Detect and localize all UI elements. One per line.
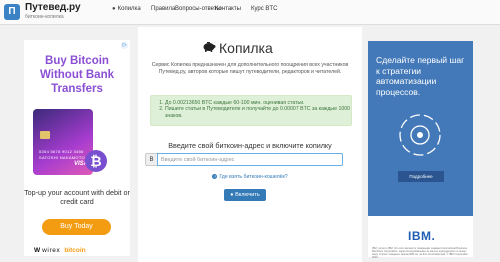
ad-right-legal: IBM, логотип IBM, ibm.com являются товар…	[372, 247, 468, 259]
piggy-bank-icon	[202, 41, 216, 55]
intro-text: Сервис Копилка предназначен для дополнит…	[151, 62, 349, 75]
piggy-bank-icon: ●	[112, 6, 116, 12]
user-icon: ●	[230, 192, 234, 198]
card-number: 5354 5678 9012 3456	[39, 149, 84, 154]
wallet-help-link[interactable]: ? Где взять биткоин-кошелёк?	[138, 174, 362, 180]
wirex-name: wirex	[42, 247, 61, 254]
piggybank-panel: Копилка Сервис Копилка предназначен для …	[138, 27, 362, 262]
nav-item-faq[interactable]: Вопросы-ответы	[175, 6, 221, 12]
page-title-text: Копилка	[219, 39, 273, 56]
ad-left-banner[interactable]: ▷ Buy Bitcoin Without Bank Transfers 535…	[24, 40, 130, 256]
ad-left-headline: Buy Bitcoin Without Bank Transfers	[40, 55, 114, 95]
address-input-group: B	[145, 153, 343, 166]
card-chip-icon	[40, 131, 50, 139]
ad-left-footer: Wwirex bitcoin	[34, 247, 124, 257]
rule-item: Пишите статьи в Путеводителе и получайте…	[165, 106, 351, 119]
ad-right-hero: Сделайте первый шаг к стратегии автомати…	[368, 41, 473, 216]
nav-item-contacts[interactable]: Контакты	[215, 6, 241, 12]
ad-right-banner[interactable]: Сделайте первый шаг к стратегии автомати…	[368, 41, 473, 259]
address-section-heading: Введите свой биткоин-адрес и включите ко…	[168, 141, 332, 150]
card-holder: SATOSHI NAKAMOTO	[39, 155, 85, 160]
enable-button[interactable]: ● Включить	[224, 189, 266, 201]
adchoices-icon[interactable]: ▷	[121, 42, 128, 49]
buy-today-button[interactable]: Buy Today	[42, 219, 111, 235]
brand-link[interactable]: П Путевед.ру биткоин-копилка	[4, 2, 89, 22]
learn-more-button[interactable]: Подробнее	[398, 171, 444, 182]
nav-label: Копилка	[117, 6, 141, 12]
nav-item-rules[interactable]: Правила	[151, 6, 175, 12]
debit-card-image: 5354 5678 9012 3456 SATOSHI NAKAMOTO VIS…	[33, 109, 93, 175]
bitcoin-address-input[interactable]	[157, 153, 343, 166]
wallet-help-text: Где взять биткоин-кошелёк?	[219, 174, 288, 180]
bitcoin-partner: bitcoin	[64, 247, 86, 254]
logo-icon: П	[4, 4, 20, 20]
ad-left-body: Top-up your account with debit or credit…	[24, 188, 130, 206]
nav-item-piggybank[interactable]: ● Копилка	[112, 6, 141, 12]
rules-alert: До 0.00213650 BTC каждые 60-100 мин. оце…	[150, 95, 352, 126]
ibm-logo: IBM.	[408, 229, 436, 243]
top-navbar: П Путевед.ру биткоин-копилка ● Копилка Пр…	[0, 0, 500, 25]
wirex-logo-icon: W	[34, 247, 41, 254]
enable-button-label: Включить	[235, 192, 260, 198]
nav-item-btc-rate[interactable]: Курс BTC	[251, 6, 277, 12]
ad-right-headline: Сделайте первый шаг к стратегии автомати…	[376, 55, 465, 97]
page-title: Копилка	[202, 39, 273, 57]
automation-cycle-icon	[399, 114, 441, 156]
brand-title: Путевед.ру	[25, 2, 81, 13]
bitcoin-icon: ₿	[85, 150, 107, 172]
brand-subtitle: биткоин-копилка	[25, 14, 64, 20]
question-icon: ?	[212, 174, 218, 179]
